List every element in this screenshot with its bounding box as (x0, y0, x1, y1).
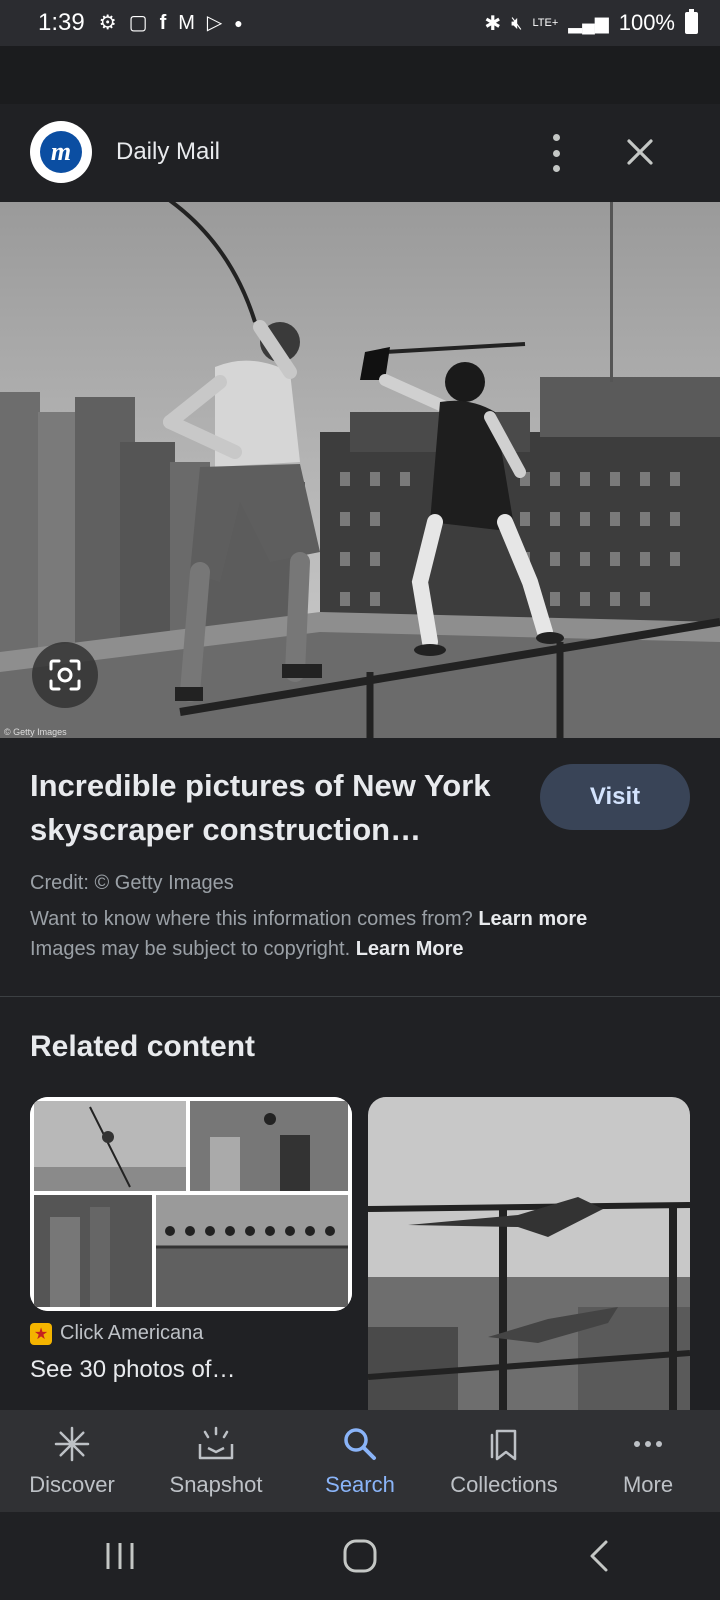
notification-icons: ⚙ ▢ f M ▷ ● (99, 13, 243, 33)
copyright-text: Images may be subject to copyright. (30, 938, 351, 960)
lens-icon (49, 659, 81, 691)
result-image[interactable] (0, 202, 720, 738)
status-bar: 1:39 ⚙ ▢ f M ▷ ● ✱ 🔇︎ LTE+ ▂▄▆ 100% (0, 0, 720, 46)
acrobats-steel-beam-photo (368, 1097, 690, 1417)
source-logo[interactable]: m (30, 121, 92, 183)
info-source-text: Want to know where this information come… (30, 908, 473, 930)
nav-search-label: Search (325, 1472, 395, 1497)
image-credit: Credit: © Getty Images (30, 872, 234, 894)
battery-icon (685, 9, 698, 34)
overflow-menu-icon[interactable] (544, 134, 568, 172)
play-store-icon: ▷ (206, 12, 223, 34)
image-detail-panel: m Daily Mail © Getty Images Incredible p… (0, 104, 720, 1417)
source-name[interactable]: Daily Mail (116, 138, 220, 166)
nav-snapshot[interactable]: Snapshot (144, 1410, 288, 1512)
lens-search-button[interactable] (32, 642, 98, 708)
scrim-area[interactable] (0, 46, 720, 104)
fencers-rooftop-photo (0, 202, 720, 738)
image-watermark: © Getty Images (4, 727, 67, 737)
back-icon[interactable] (580, 1536, 620, 1576)
gmail-icon: M (178, 12, 195, 34)
section-divider (0, 996, 720, 997)
system-navigation-bar (0, 1512, 720, 1600)
system-status: ✱ 🔇︎ LTE+ ▂▄▆ 100% (484, 9, 698, 36)
nav-search[interactable]: Search (288, 1410, 432, 1512)
nav-collections[interactable]: Collections (432, 1410, 576, 1512)
related-content-heading: Related content (30, 1030, 256, 1063)
copyright-line: Images may be subject to copyright. Lear… (30, 938, 464, 961)
click-americana-favicon-icon: ★ (30, 1322, 52, 1345)
search-icon (340, 1424, 380, 1464)
nav-discover[interactable]: Discover (0, 1410, 144, 1512)
related-card-acrobats[interactable] (368, 1097, 690, 1417)
battery-percent: 100% (618, 10, 675, 35)
home-icon[interactable] (340, 1536, 380, 1576)
related-card-collage[interactable] (30, 1097, 352, 1311)
nav-more[interactable]: More (576, 1410, 720, 1512)
learn-more-link[interactable]: Learn more (478, 908, 587, 930)
more-icon (628, 1424, 668, 1464)
status-time: 1:39 (38, 9, 85, 36)
network-label: LTE+ (532, 17, 559, 29)
nav-more-label: More (622, 1472, 674, 1497)
related-card-caption[interactable]: See 30 photos of… (30, 1356, 235, 1384)
nav-snapshot-label: Snapshot (169, 1472, 263, 1497)
visit-button[interactable]: Visit (540, 764, 690, 830)
daily-mail-logo-icon: m (40, 131, 82, 173)
settings-icon: ⚙ (98, 12, 117, 34)
discover-icon (52, 1424, 92, 1464)
snapshot-icon (196, 1424, 236, 1464)
mute-icon: 🔇︎ (511, 12, 523, 33)
screenshot-icon: ▢ (128, 12, 148, 34)
info-source-line: Want to know where this information come… (30, 908, 587, 931)
dot-icon: ● (234, 15, 243, 31)
panel-header: m Daily Mail (0, 104, 720, 202)
signal-icon: ▂▄▆ (568, 12, 609, 33)
bluetooth-icon: ✱ (484, 12, 502, 35)
related-card-source-name: Click Americana (60, 1322, 204, 1344)
recent-apps-icon[interactable] (100, 1536, 140, 1576)
bottom-navigation: Discover Snapshot Search Collections Mor… (0, 1410, 720, 1512)
collections-icon (484, 1424, 524, 1464)
nav-discover-label: Discover (29, 1472, 115, 1497)
close-icon[interactable] (620, 132, 660, 172)
facebook-icon: f (159, 12, 167, 34)
related-card-source[interactable]: ★ Click Americana (30, 1322, 203, 1345)
nav-collections-label: Collections (450, 1472, 558, 1497)
skyscraper-workers-collage (30, 1097, 352, 1311)
copyright-learn-more-link[interactable]: Learn More (356, 938, 464, 960)
result-title[interactable]: Incredible pictures of New York skyscrap… (30, 764, 510, 852)
